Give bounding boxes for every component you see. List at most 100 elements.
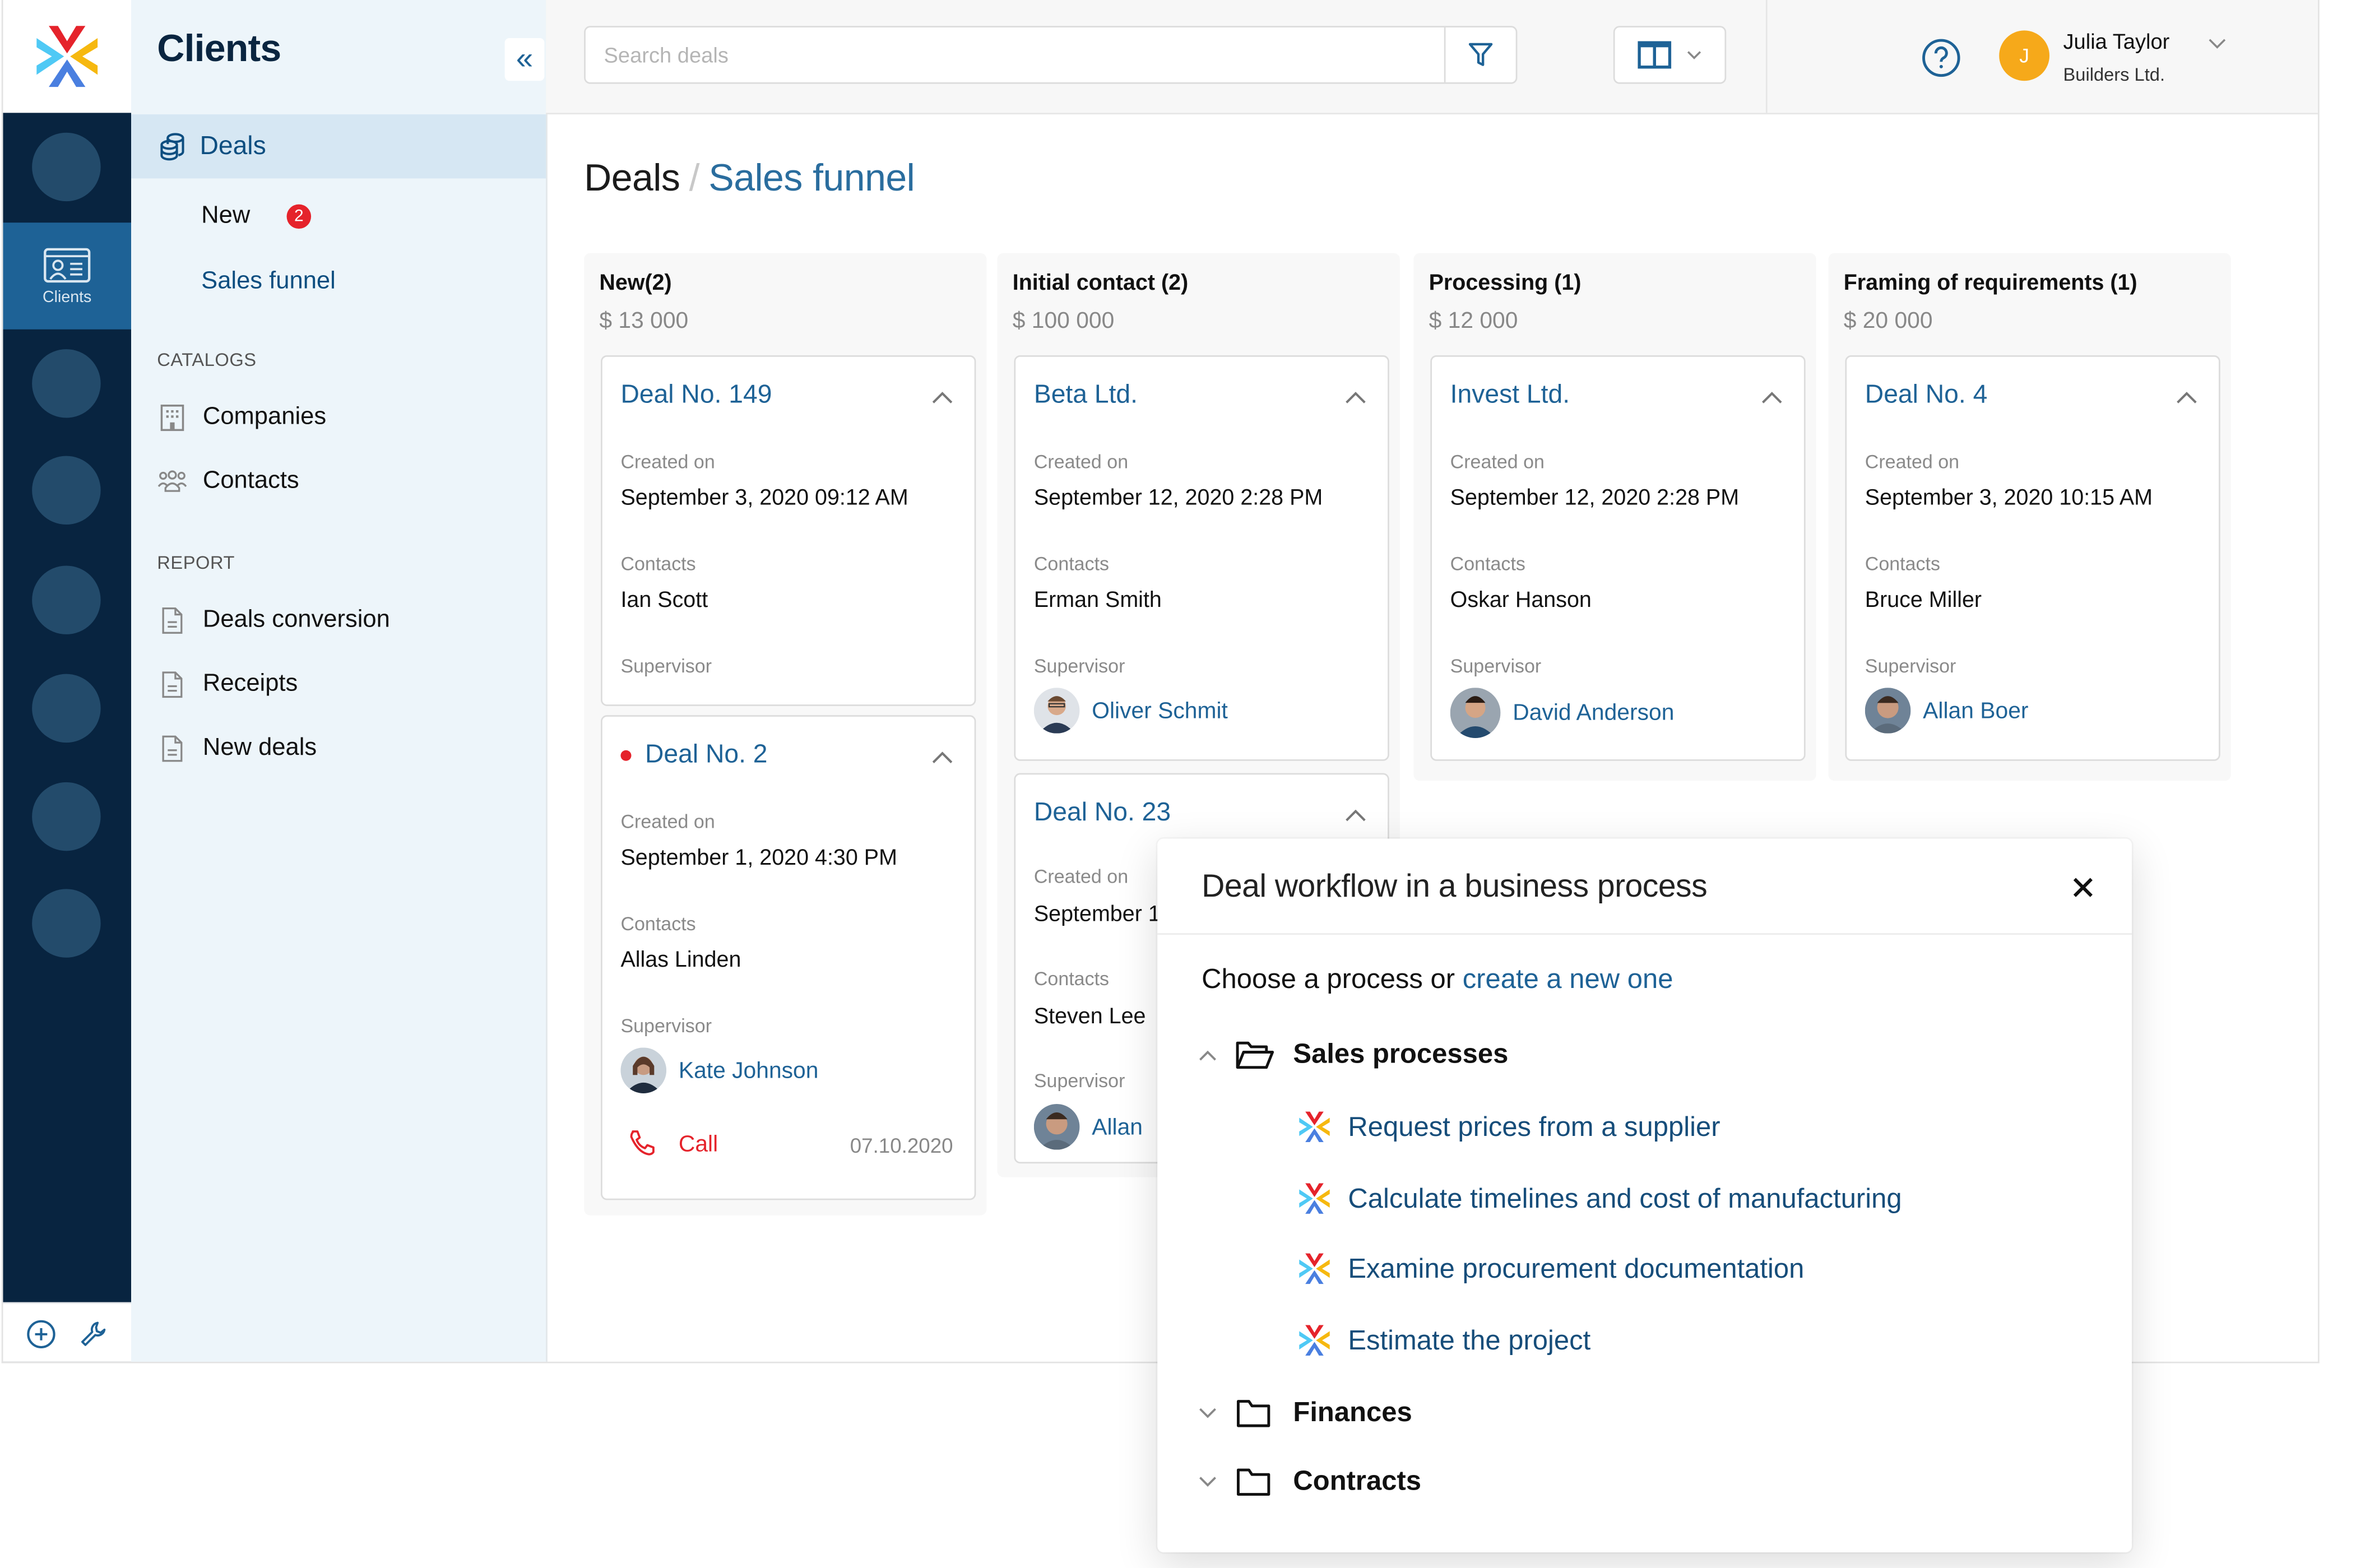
add-circle-icon[interactable]: [26, 1318, 56, 1348]
process-item[interactable]: Request prices from a supplier: [1298, 1110, 1720, 1144]
collapse-card-button[interactable]: [932, 384, 953, 412]
search-input[interactable]: [585, 26, 1444, 84]
supervisor-link[interactable]: Allan Boer: [1865, 688, 2029, 734]
filter-button[interactable]: [1444, 27, 1516, 82]
contact-card-icon: [44, 247, 91, 282]
collapse-sidebar-button[interactable]: «: [504, 38, 545, 81]
process-logo-icon: [1299, 1111, 1330, 1143]
nav-item-new[interactable]: New 2: [201, 203, 312, 230]
folder-contracts[interactable]: Contracts: [1199, 1465, 1421, 1497]
filter-icon: [1468, 43, 1493, 66]
contact-value[interactable]: Allas Linden: [620, 948, 741, 973]
nav-item-label: Contacts: [202, 468, 299, 494]
rail-app-slot[interactable]: [32, 565, 101, 634]
process-label: Estimate the project: [1348, 1324, 1591, 1355]
chevron-up-icon: [2177, 392, 2197, 403]
wrench-icon[interactable]: [78, 1318, 108, 1348]
call-label: Call: [678, 1130, 718, 1157]
column-title: Processing (1): [1429, 271, 1582, 296]
close-button[interactable]: [2072, 872, 2094, 907]
user-company: Builders Ltd.: [2063, 64, 2165, 86]
deal-card[interactable]: Beta Ltd. Created on September 12, 2020 …: [1014, 355, 1389, 761]
search-box: [584, 26, 1518, 84]
collapse-card-button[interactable]: [1761, 384, 1783, 412]
created-value: September 3, 2020 09:12 AM: [620, 486, 908, 511]
nav-item-companies[interactable]: Companies: [157, 404, 326, 432]
deal-card[interactable]: Deal No. 4 Created on September 3, 2020 …: [1845, 355, 2220, 761]
supervisor-label: Supervisor: [620, 656, 712, 678]
help-button[interactable]: [1921, 38, 1961, 85]
columns-view-icon: [1638, 41, 1672, 69]
nav-item-contacts[interactable]: Contacts: [157, 468, 299, 495]
deal-title[interactable]: Invest Ltd.: [1450, 380, 1570, 410]
contact-value[interactable]: Bruce Miller: [1865, 588, 1982, 613]
collapse-card-button[interactable]: [2176, 384, 2197, 412]
deal-title[interactable]: Deal No. 2: [620, 740, 768, 770]
contact-value[interactable]: Ian Scott: [620, 588, 708, 613]
logo[interactable]: [3, 0, 132, 113]
collapse-card-button[interactable]: [1345, 384, 1366, 412]
deal-card[interactable]: Deal No. 149 Created on September 3, 202…: [601, 355, 976, 706]
supervisor-link[interactable]: David Anderson: [1450, 688, 1675, 738]
create-process-link[interactable]: create a new one: [1463, 964, 1673, 994]
supervisor-label: Supervisor: [620, 1015, 712, 1037]
breadcrumb-root[interactable]: Deals: [584, 157, 680, 200]
choose-prefix: Choose a process or: [1202, 963, 1463, 995]
deal-title[interactable]: Deal No. 4: [1865, 380, 1988, 410]
contact-value[interactable]: Steven Lee: [1034, 1005, 1146, 1029]
collapse-card-button[interactable]: [932, 744, 953, 772]
contact-value[interactable]: Oskar Hanson: [1450, 588, 1592, 613]
supervisor-link[interactable]: Oliver Schmit: [1033, 688, 1228, 734]
created-value: September 1, 2020 4:30 PM: [620, 846, 897, 871]
chevron-up-icon: [932, 392, 953, 403]
nav-item-deals-conversion[interactable]: Deals conversion: [157, 607, 390, 634]
supervisor-link[interactable]: Allan: [1033, 1104, 1143, 1150]
document-icon: [162, 607, 183, 634]
deal-title[interactable]: Deal No. 149: [620, 380, 772, 410]
logo-icon: [36, 26, 98, 87]
user-avatar[interactable]: J: [1999, 30, 2050, 81]
nav-item-receipts[interactable]: Receipts: [157, 671, 298, 698]
rail-app-slot[interactable]: [32, 889, 101, 958]
contacts-label: Contacts: [620, 553, 696, 575]
user-name[interactable]: Julia Taylor: [2063, 29, 2170, 54]
supervisor-name: Allan: [1092, 1114, 1143, 1140]
rail-app-slot[interactable]: [32, 674, 101, 743]
process-item[interactable]: Estimate the project: [1298, 1324, 1591, 1357]
supervisor-link[interactable]: Kate Johnson: [620, 1047, 818, 1093]
supervisor-name: David Anderson: [1513, 699, 1675, 726]
view-toggle-button[interactable]: [1613, 26, 1727, 84]
process-item[interactable]: Examine procurement documentation: [1298, 1252, 1804, 1286]
rail-app-slot[interactable]: [32, 349, 101, 418]
folder-label: Sales processes: [1293, 1038, 1509, 1069]
process-item[interactable]: Calculate timelines and cost of manufact…: [1298, 1182, 1902, 1216]
process-logo-icon: [1299, 1253, 1330, 1284]
rail-app-slot[interactable]: [32, 782, 101, 851]
nav-item-deals[interactable]: Deals: [131, 114, 546, 179]
contact-value[interactable]: Erman Smith: [1034, 588, 1162, 613]
column-sum: $ 12 000: [1429, 308, 1518, 334]
call-action[interactable]: Call: [627, 1129, 718, 1159]
chevron-up-icon: [1199, 1050, 1216, 1060]
deal-title[interactable]: Deal No. 23: [1034, 797, 1171, 828]
folder-icon: [1237, 1399, 1270, 1427]
supervisor-avatar: [1865, 688, 1911, 734]
nav-item-sales-funnel[interactable]: Sales funnel: [201, 268, 336, 296]
collapse-card-button[interactable]: [1345, 802, 1366, 829]
rail-item-clients[interactable]: Clients: [3, 222, 132, 330]
deal-card[interactable]: Invest Ltd. Created on September 12, 202…: [1430, 355, 1806, 761]
divider: [1157, 933, 2132, 935]
contacts-label: Contacts: [1865, 553, 1941, 575]
contacts-label: Contacts: [1033, 553, 1110, 575]
rail-app-slot[interactable]: [32, 456, 101, 525]
choose-process-text: Choose a process or create a new one: [1202, 964, 1673, 996]
rail-app-slot[interactable]: [32, 132, 101, 202]
report-heading: REPORT: [157, 552, 235, 574]
created-label: Created on: [1450, 451, 1545, 473]
deal-card[interactable]: Deal No. 2 Created on September 1, 2020 …: [601, 715, 976, 1200]
folder-finances[interactable]: Finances: [1199, 1397, 1412, 1428]
user-menu-toggle[interactable]: [2208, 30, 2227, 58]
deal-title[interactable]: Beta Ltd.: [1034, 380, 1138, 410]
nav-item-new-deals[interactable]: New deals: [157, 735, 317, 763]
folder-sales-processes[interactable]: Sales processes: [1199, 1038, 1509, 1070]
